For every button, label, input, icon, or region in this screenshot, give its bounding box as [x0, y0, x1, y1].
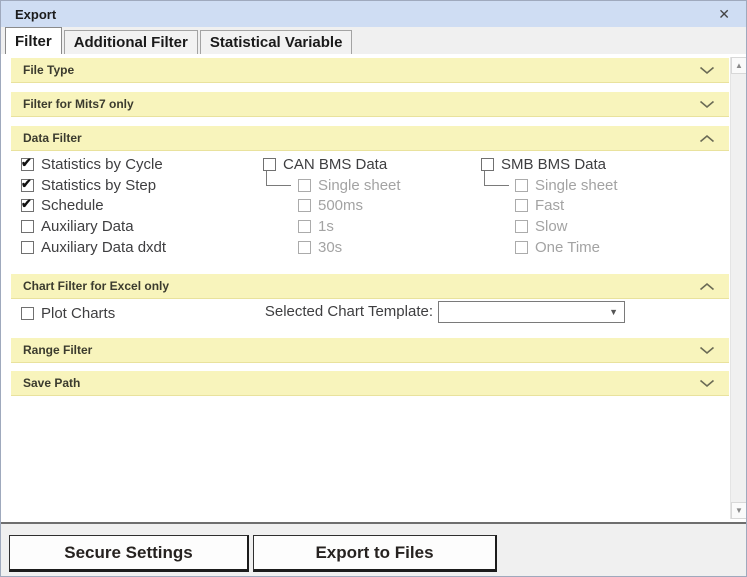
checkbox-label: SMB BMS Data [501, 155, 607, 173]
checkbox-box: ✔ [263, 157, 276, 171]
scroll-up-icon[interactable]: ▲ [731, 57, 746, 74]
checkbox-smb-one-time[interactable]: ✔ One Time [515, 238, 600, 256]
checkbox-label: 1s [318, 217, 334, 235]
section-header-range-filter[interactable]: Range Filter [11, 338, 729, 363]
secure-settings-button[interactable]: Secure Settings [9, 535, 249, 572]
checkbox-statistics-by-step[interactable]: ✔ Statistics by Step [21, 176, 156, 194]
section-header-file-type[interactable]: File Type [11, 58, 729, 83]
checkbox-smb-single-sheet[interactable]: ✔ Single sheet [515, 176, 618, 194]
checkbox-label: Single sheet [535, 176, 618, 194]
checkbox-label: 500ms [318, 196, 364, 214]
checkbox-label: CAN BMS Data [283, 155, 388, 173]
chevron-down-icon [699, 379, 715, 388]
checkbox-label: One Time [535, 238, 601, 256]
checkbox-label: 30s [318, 238, 343, 256]
content-area: File Type Filter for Mits7 only Data Fil… [1, 54, 746, 522]
footer-bar: Secure Settings Export to Files [1, 522, 746, 576]
checkbox-auxiliary-data-dxdt[interactable]: ✔ Auxiliary Data dxdt [21, 238, 166, 256]
checkbox-statistics-by-cycle[interactable]: ✔ Statistics by Cycle [21, 155, 163, 173]
tree-connector [484, 171, 509, 186]
chart-template-combobox[interactable]: ▼ [438, 301, 625, 323]
chevron-up-icon [699, 282, 715, 291]
checkbox-schedule[interactable]: ✔ Schedule [21, 196, 104, 214]
combobox-dropdown-icon: ▼ [609, 307, 618, 317]
tree-connector [266, 171, 291, 186]
checkbox-box: ✔ [298, 240, 311, 254]
vertical-scrollbar[interactable]: ▲ ▼ [730, 57, 746, 519]
checkbox-label: Fast [535, 196, 565, 214]
checkbox-box: ✔ [21, 176, 34, 192]
checkbox-smb-fast[interactable]: ✔ Fast [515, 196, 564, 214]
checkbox-label: Statistics by Step [41, 176, 157, 194]
checkbox-box: ✔ [21, 196, 34, 212]
checkbox-box: ✔ [21, 219, 34, 233]
checkbox-label: Single sheet [318, 176, 401, 194]
checkbox-can-30s[interactable]: ✔ 30s [298, 238, 342, 256]
tab-label: Statistical Variable [209, 34, 343, 51]
checkbox-box: ✔ [515, 198, 528, 212]
checkbox-box: ✔ [298, 198, 311, 212]
export-dialog: Export ✕ Filter Additional Filter Statis… [0, 0, 747, 577]
checkbox-label: Plot Charts [41, 304, 116, 322]
tab-statistical-variable[interactable]: Statistical Variable [199, 30, 353, 54]
checkbox-box: ✔ [298, 178, 311, 192]
section-label: Filter for Mits7 only [23, 97, 134, 111]
close-icon[interactable]: ✕ [718, 7, 730, 21]
title-bar: Export ✕ [1, 1, 746, 27]
tab-additional-filter[interactable]: Additional Filter [63, 30, 198, 54]
section-label: Save Path [23, 376, 81, 390]
section-label: File Type [23, 63, 75, 77]
chevron-up-icon [699, 134, 715, 143]
checkbox-auxiliary-data[interactable]: ✔ Auxiliary Data [21, 217, 134, 235]
checkbox-smb-slow[interactable]: ✔ Slow [515, 217, 568, 235]
checkbox-can-1s[interactable]: ✔ 1s [298, 217, 334, 235]
checkbox-label: Slow [535, 217, 568, 235]
section-label: Chart Filter for Excel only [23, 279, 170, 293]
chevron-down-icon [699, 100, 715, 109]
checkbox-box: ✔ [515, 178, 528, 192]
checkbox-box: ✔ [21, 306, 34, 320]
chevron-down-icon [699, 66, 715, 75]
selected-chart-template-label: Selected Chart Template: [264, 303, 433, 320]
section-header-chart-filter[interactable]: Chart Filter for Excel only [11, 274, 729, 299]
section-header-save-path[interactable]: Save Path [11, 371, 729, 396]
checkbox-label: Auxiliary Data dxdt [41, 238, 167, 256]
chevron-down-icon [699, 346, 715, 355]
checkbox-box: ✔ [515, 240, 528, 254]
window-title: Export [15, 6, 57, 22]
checkbox-box: ✔ [481, 157, 494, 171]
tab-label: Filter [15, 32, 52, 50]
checkbox-label: Auxiliary Data [41, 217, 134, 235]
checkbox-label: Statistics by Cycle [41, 155, 163, 173]
checkbox-box: ✔ [21, 155, 34, 171]
checkbox-box: ✔ [515, 219, 528, 233]
checkbox-plot-charts[interactable]: ✔ Plot Charts [21, 304, 115, 322]
export-to-files-button[interactable]: Export to Files [253, 535, 497, 572]
checkbox-box: ✔ [298, 219, 311, 233]
section-header-data-filter[interactable]: Data Filter [11, 126, 729, 151]
section-label: Data Filter [23, 131, 82, 145]
checkbox-box: ✔ [21, 240, 34, 254]
tab-strip: Filter Additional Filter Statistical Var… [5, 27, 354, 54]
section-label: Range Filter [23, 343, 93, 357]
checkbox-can-single-sheet[interactable]: ✔ Single sheet [298, 176, 401, 194]
tab-filter[interactable]: Filter [5, 27, 62, 54]
section-header-mits7[interactable]: Filter for Mits7 only [11, 92, 729, 117]
scroll-down-icon[interactable]: ▼ [731, 502, 746, 519]
checkbox-label: Schedule [41, 196, 104, 214]
checkbox-can-500ms[interactable]: ✔ 500ms [298, 196, 363, 214]
tab-label: Additional Filter [73, 34, 188, 51]
